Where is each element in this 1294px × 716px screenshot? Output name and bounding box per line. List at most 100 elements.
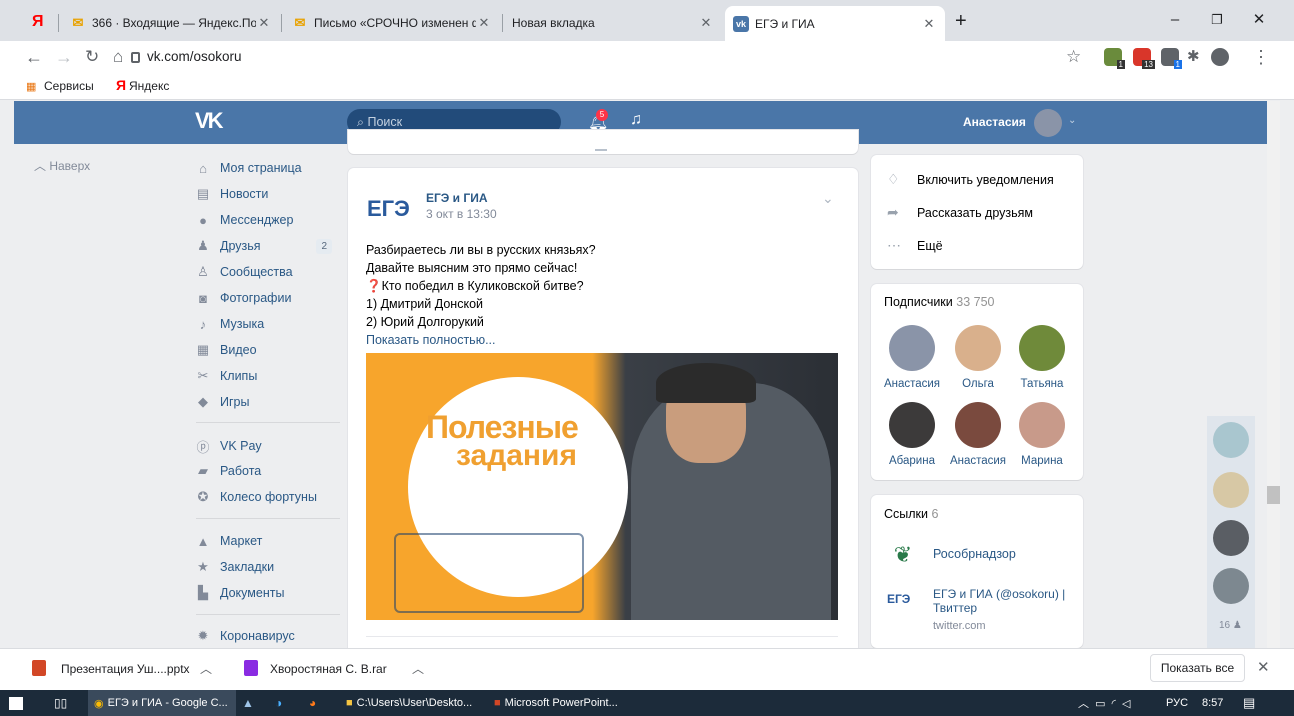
sidebar-item-work[interactable]: ▰ Работа bbox=[196, 458, 261, 484]
restore-button[interactable]: ❐ bbox=[1194, 6, 1240, 34]
tab-new-tab[interactable]: Новая вкладка ✕ bbox=[504, 9, 722, 37]
edge-icon[interactable]: ◑ bbox=[275, 690, 282, 716]
enable-notifications-action[interactable]: ♢ Включить уведомления bbox=[887, 171, 1054, 188]
avatar[interactable] bbox=[955, 325, 1001, 371]
post-image[interactable]: Полезные задания bbox=[366, 353, 838, 620]
menu-kebab-icon[interactable]: ⋮ bbox=[1252, 47, 1270, 67]
chevron-down-icon[interactable] bbox=[595, 148, 607, 151]
taskbar-explorer-window[interactable]: ■ C:\Users\User\Deskto... bbox=[342, 690, 486, 716]
close-icon[interactable]: ✕ bbox=[1257, 658, 1270, 676]
sidebar-item-market[interactable]: ▲ Маркет bbox=[196, 528, 263, 554]
taskbar-powerpoint[interactable]: ■ Microsoft PowerPoint... bbox=[490, 690, 634, 716]
sidebar-item-friends[interactable]: ♟ Друзья 2 bbox=[196, 233, 332, 259]
lock-icon[interactable] bbox=[131, 52, 140, 63]
firefox-icon[interactable]: ◕ bbox=[309, 690, 316, 716]
post-menu-chevron-icon[interactable]: ⌄ bbox=[822, 190, 834, 207]
chevron-up-icon[interactable]: ︿ bbox=[200, 660, 212, 677]
follower-name[interactable]: Татьяна bbox=[1008, 378, 1076, 390]
address-bar[interactable]: vk.com/osokoru bbox=[147, 47, 242, 67]
sidebar-item-photos[interactable]: ◙ Фотографии bbox=[196, 285, 291, 311]
sidebar-item-bookmarks[interactable]: ★ Закладки bbox=[196, 554, 274, 580]
follower-name[interactable]: Ольга bbox=[944, 378, 1012, 390]
sidebar-item-vkpay[interactable]: ⓟ VK Pay bbox=[196, 433, 261, 459]
avatar[interactable] bbox=[1213, 422, 1249, 458]
download-item-rar[interactable]: Хворостяная С. В.rar bbox=[270, 662, 387, 676]
link-rosobrnadzor[interactable]: Рособрнадзор bbox=[933, 547, 1016, 561]
music-player-icon[interactable]: ♫ bbox=[630, 111, 642, 129]
close-icon[interactable]: ✕ bbox=[921, 16, 937, 32]
notifications-icon[interactable]: ▤ bbox=[1243, 690, 1255, 716]
sidebar-item-my-page[interactable]: ⌂ Моя страница bbox=[196, 155, 302, 181]
explorer-icon[interactable]: ▲ bbox=[242, 690, 254, 716]
avatar[interactable] bbox=[1019, 325, 1065, 371]
reload-icon[interactable]: ↻ bbox=[85, 47, 99, 67]
links-header[interactable]: Ссылки 6 bbox=[884, 507, 938, 521]
sidebar-item-documents[interactable]: ▙ Документы bbox=[196, 580, 284, 606]
sidebar-item-games[interactable]: ◆ Игры bbox=[196, 389, 249, 415]
windows-start-icon[interactable] bbox=[9, 697, 23, 710]
post-date[interactable]: 3 окт в 13:30 bbox=[426, 207, 497, 221]
scrollbar-thumb[interactable] bbox=[1267, 486, 1280, 504]
minimize-button[interactable]: – bbox=[1152, 6, 1198, 34]
clock[interactable]: 8:57 bbox=[1202, 690, 1223, 716]
yandex-pinned-tab-icon[interactable]: Я bbox=[32, 13, 44, 31]
sidebar-item-news[interactable]: ▤ Новости bbox=[196, 181, 269, 207]
follower-name[interactable]: Анастасия bbox=[878, 378, 946, 390]
back-to-top[interactable]: ︿ Наверх bbox=[34, 157, 90, 174]
close-icon[interactable]: ✕ bbox=[698, 15, 714, 31]
follower-name[interactable]: Анастасия bbox=[944, 455, 1012, 467]
new-tab-plus-icon[interactable]: + bbox=[955, 10, 967, 33]
online-count[interactable]: 16 ♟ bbox=[1219, 620, 1242, 631]
avatar[interactable] bbox=[1019, 402, 1065, 448]
puzzle-extensions-icon[interactable]: ✱ bbox=[1187, 47, 1200, 67]
sidebar-item-groups[interactable]: ♙ Сообщества bbox=[196, 259, 292, 285]
language-indicator[interactable]: РУС bbox=[1166, 690, 1188, 716]
avatar[interactable] bbox=[1213, 520, 1249, 556]
chevron-down-icon[interactable]: ⌄ bbox=[1068, 115, 1076, 126]
tab-letter[interactable]: ✉ Письмо «СРОЧНО изменен фор ✕ bbox=[284, 9, 500, 37]
more-action[interactable]: ⋯ Ещё bbox=[887, 237, 943, 254]
forward-icon[interactable]: → bbox=[55, 47, 73, 67]
sidebar-item-music[interactable]: ♪ Музыка bbox=[196, 311, 264, 337]
show-all-downloads-button[interactable]: Показать все bbox=[1150, 654, 1245, 682]
post-author[interactable]: ЕГЭ и ГИА bbox=[426, 191, 487, 205]
show-more-link[interactable]: Показать полностью... bbox=[366, 331, 596, 349]
avatar[interactable] bbox=[1213, 568, 1249, 604]
tab-yandex-mail[interactable]: ✉ 366 · Входящие — Яндекс.Почта ✕ bbox=[62, 9, 280, 37]
taskbar-chrome[interactable]: ◉ ЕГЭ и ГИА - Google C... bbox=[88, 690, 236, 716]
avatar[interactable] bbox=[889, 325, 935, 371]
link-twitter[interactable]: ЕГЭ и ГИА (@osokoru) | Твиттер bbox=[933, 587, 1073, 615]
close-window-button[interactable]: ✕ bbox=[1236, 6, 1282, 34]
share-action[interactable]: ➦ Рассказать друзьям bbox=[887, 204, 1033, 221]
vk-logo[interactable]: VK bbox=[195, 108, 224, 134]
follower-name[interactable]: Абарина bbox=[878, 455, 946, 467]
bookmark-star-icon[interactable]: ☆ bbox=[1066, 47, 1081, 67]
chevron-up-icon[interactable]: ︿ bbox=[412, 660, 424, 677]
tab-active-ege[interactable]: vk ЕГЭ и ГИА ✕ bbox=[725, 6, 945, 41]
page-scrollbar[interactable] bbox=[1267, 101, 1280, 648]
profile-icon[interactable] bbox=[1211, 48, 1229, 66]
extension-icon[interactable]: 1 bbox=[1104, 48, 1125, 69]
task-view-icon[interactable]: ▯▯ bbox=[54, 690, 67, 716]
sidebar-item-coronavirus[interactable]: ✹ Коронавирус bbox=[196, 623, 295, 649]
sidebar-item-video[interactable]: ▦ Видео bbox=[196, 337, 257, 363]
avatar[interactable] bbox=[955, 402, 1001, 448]
close-icon[interactable]: ✕ bbox=[476, 15, 492, 31]
home-button-icon[interactable]: ⌂ bbox=[113, 47, 123, 67]
bookmark-services[interactable]: Сервисы bbox=[44, 79, 94, 93]
sidebar-item-clips[interactable]: ✂ Клипы bbox=[196, 363, 258, 389]
sidebar-item-messenger[interactable]: ● Мессенджер bbox=[196, 207, 293, 233]
avatar[interactable] bbox=[889, 402, 935, 448]
close-icon[interactable]: ✕ bbox=[256, 15, 272, 31]
sidebar-item-fortune[interactable]: ✪ Колесо фортуны bbox=[196, 484, 317, 510]
avatar[interactable] bbox=[1213, 472, 1249, 508]
post-author-avatar[interactable]: ЕГЭ bbox=[367, 186, 413, 232]
bookmark-yandex[interactable]: Яндекс bbox=[129, 79, 169, 93]
user-name[interactable]: Анастасия bbox=[963, 115, 1026, 129]
avatar[interactable] bbox=[1034, 109, 1062, 137]
extension-icon[interactable]: 13 bbox=[1133, 48, 1155, 69]
back-icon[interactable]: ← bbox=[25, 47, 43, 67]
tray-icons[interactable]: ︿ ▭ ◜ ◁ bbox=[1078, 690, 1131, 716]
followers-header[interactable]: Подписчики 33 750 bbox=[884, 295, 994, 309]
follower-name[interactable]: Марина bbox=[1008, 455, 1076, 467]
